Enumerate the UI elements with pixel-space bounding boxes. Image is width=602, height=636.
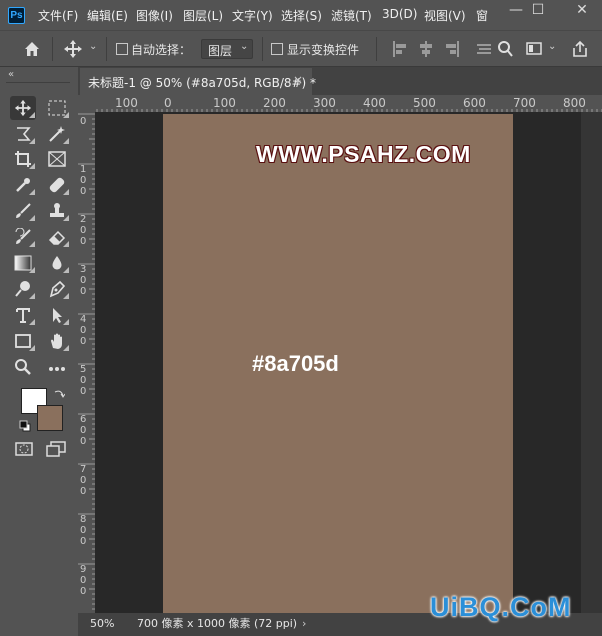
ruler-label: 300 (313, 96, 336, 110)
ruler-label: 500 (80, 364, 87, 397)
ruler-label: 700 (80, 464, 87, 497)
workspace-icon[interactable] (526, 40, 544, 58)
close-window-button[interactable]: ✕ (562, 0, 602, 22)
blur-tool-icon[interactable] (44, 251, 70, 275)
pen-tool-icon[interactable] (44, 277, 70, 301)
ruler-label: 500 (413, 96, 436, 110)
close-icon[interactable]: × (293, 73, 303, 87)
move-tool-icon[interactable] (10, 96, 36, 120)
ruler-label: 300 (80, 264, 87, 297)
more-tools-icon[interactable] (44, 355, 70, 379)
eyedropper-tool-icon[interactable] (10, 173, 36, 197)
layer-select-dropdown[interactable]: 图层 ⌄ (201, 39, 253, 59)
horizontal-ruler[interactable]: 100 0 100 200 300 400 500 600 700 800 (95, 95, 602, 112)
chevron-down-icon: ⌄ (240, 41, 249, 52)
color-code-text: #8a705d (252, 351, 339, 376)
menu-view[interactable]: 视图(V) (424, 7, 466, 24)
chevron-down-icon[interactable]: ⌄ (548, 41, 556, 52)
separator (376, 37, 377, 61)
show-transform-checkbox[interactable] (271, 43, 283, 55)
menu-3d[interactable]: 3D(D) (382, 7, 417, 21)
watermark-text: WWW.PSAHZ.COM (256, 141, 471, 167)
ruler-label: 800 (563, 96, 586, 110)
brush-tool-icon[interactable] (10, 199, 36, 223)
auto-select-checkbox[interactable] (116, 43, 128, 55)
ruler-label: 700 (513, 96, 536, 110)
magic-wand-tool-icon[interactable] (44, 122, 70, 146)
distribute-icon[interactable] (476, 40, 492, 58)
dodge-tool-icon[interactable] (10, 277, 36, 301)
ruler-corner (78, 95, 95, 112)
hand-tool-icon[interactable] (44, 329, 70, 353)
rectangle-tool-icon[interactable] (10, 329, 36, 353)
type-tool-icon[interactable] (10, 303, 36, 327)
separator (106, 37, 107, 61)
ruler-label: 200 (263, 96, 286, 110)
align-center-icon[interactable] (418, 40, 434, 58)
menu-type[interactable]: 文字(Y) (232, 7, 273, 24)
marquee-tool-icon[interactable] (44, 96, 70, 120)
align-left-icon[interactable] (392, 40, 408, 58)
share-icon[interactable] (571, 39, 589, 59)
show-transform-label: 显示变换控件 (287, 43, 360, 57)
quick-mask-icon[interactable] (14, 440, 34, 458)
background-color-swatch[interactable] (37, 405, 63, 431)
document-tab-title: 未标题-1 @ 50% (#8a705d, RGB/8#) * (88, 76, 317, 90)
menu-image[interactable]: 图像(I) (136, 7, 173, 24)
menu-edit[interactable]: 编辑(E) (87, 7, 128, 24)
ruler-label: 0 (80, 116, 87, 127)
ruler-label: 100 (115, 96, 138, 110)
separator (6, 82, 70, 83)
ruler-label: 100 (213, 96, 236, 110)
chevron-down-icon[interactable]: ⌄ (89, 41, 97, 52)
ruler-label: 600 (463, 96, 486, 110)
photoshop-logo: Ps (8, 7, 25, 24)
search-icon[interactable] (496, 39, 514, 59)
frame-tool-icon[interactable] (44, 147, 70, 171)
menu-bar: Ps 文件(F) 编辑(E) 图像(I) 图层(L) 文字(Y) 选择(S) 滤… (0, 0, 602, 30)
document-info: 700 像素 x 1000 像素 (72 ppi) (137, 617, 298, 630)
zoom-tool-icon[interactable] (10, 355, 36, 379)
menu-filter[interactable]: 滤镜(T) (331, 7, 372, 24)
menu-window[interactable]: 窗 (476, 7, 488, 24)
ruler-label: 400 (80, 314, 87, 347)
ruler-label: 200 (80, 214, 87, 247)
menu-layer[interactable]: 图层(L) (183, 7, 223, 24)
screen-mode-icon[interactable] (45, 440, 67, 458)
healing-brush-tool-icon[interactable] (44, 173, 70, 197)
ruler-label: 600 (80, 414, 87, 447)
path-selection-tool-icon[interactable] (44, 303, 70, 327)
move-tool-icon[interactable] (63, 39, 83, 59)
menu-file[interactable]: 文件(F) (38, 7, 78, 24)
history-brush-tool-icon[interactable] (10, 225, 36, 249)
default-colors-icon[interactable] (19, 420, 31, 432)
eraser-tool-icon[interactable] (44, 225, 70, 249)
ruler-label: 800 (80, 514, 87, 547)
menu-select[interactable]: 选择(S) (281, 7, 322, 24)
site-logo-watermark: UiBQ.CoM (430, 592, 572, 622)
align-right-icon[interactable] (444, 40, 460, 58)
ruler-label: 0 (164, 96, 172, 110)
collapse-panel-icon[interactable]: « (8, 69, 14, 80)
vertical-scrollbar[interactable] (581, 112, 602, 613)
restore-button[interactable]: ☐ (518, 0, 558, 22)
crop-tool-icon[interactable] (10, 147, 36, 171)
clone-stamp-tool-icon[interactable] (44, 199, 70, 223)
ruler-label: 900 (80, 564, 87, 597)
zoom-level-field[interactable]: 50% (82, 615, 130, 633)
options-bar: ⌄ 自动选择： 图层 ⌄ 显示变换控件 ⌄ (0, 30, 602, 67)
status-menu-arrow-icon[interactable]: › (302, 615, 306, 633)
layer-select-value: 图层 (208, 44, 233, 58)
swap-colors-icon[interactable] (53, 388, 66, 400)
document-tab[interactable]: 未标题-1 @ 50% (#8a705d, RGB/8#) * × (80, 68, 316, 95)
lasso-tool-icon[interactable] (10, 122, 36, 146)
ruler-label: 400 (363, 96, 386, 110)
ruler-label: 100 (80, 164, 87, 197)
vertical-ruler[interactable]: 0 100 200 300 400 500 600 700 800 900 (78, 112, 95, 613)
separator (262, 37, 263, 61)
home-icon[interactable] (22, 39, 42, 59)
auto-select-label: 自动选择： (131, 43, 192, 57)
gradient-tool-icon[interactable] (10, 251, 36, 275)
separator (52, 37, 53, 61)
